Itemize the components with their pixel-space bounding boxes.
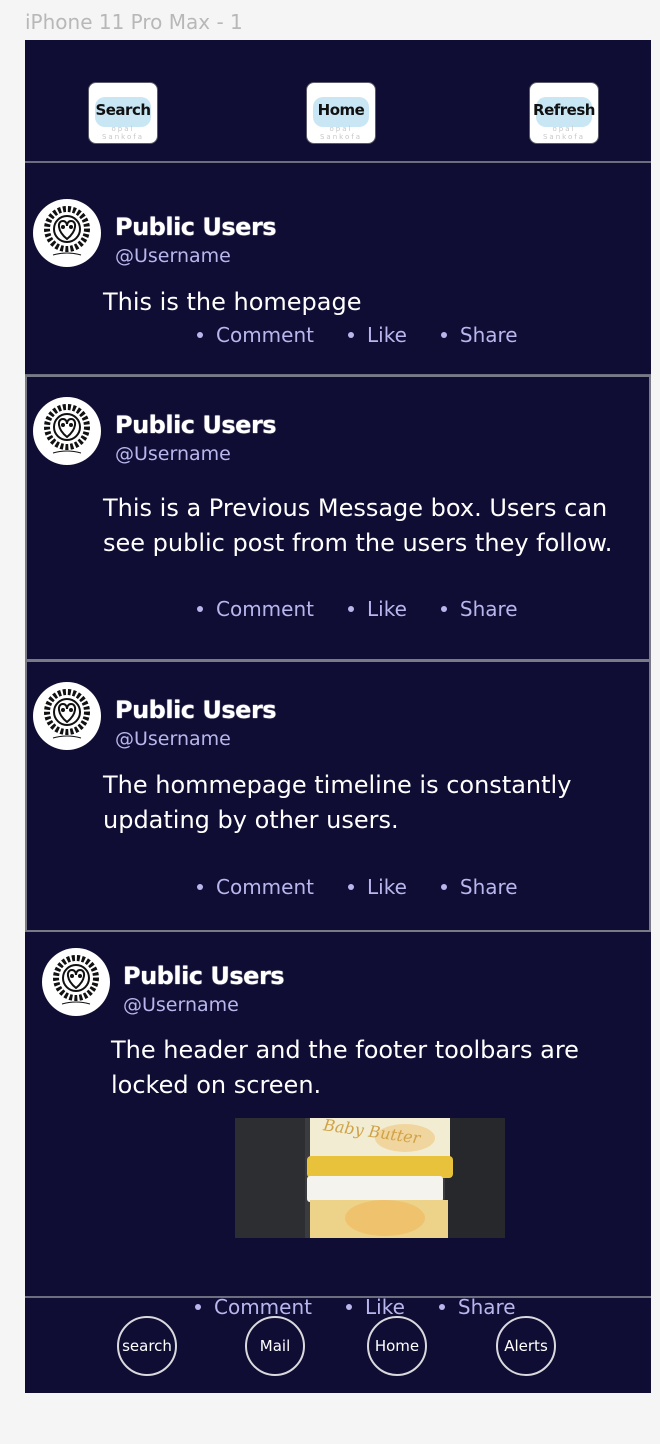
sankofa-logo-icon bbox=[44, 689, 90, 739]
bullet-icon bbox=[348, 606, 354, 612]
post-author-handle[interactable]: @Username bbox=[115, 728, 231, 750]
alerts-nav-label: Alerts bbox=[504, 1337, 548, 1355]
phone-screen: Search opal Sankofa Home opal Sankofa Re… bbox=[25, 40, 651, 1393]
post-card: Public Users @Username The header and th… bbox=[25, 932, 651, 1319]
post-author-name[interactable]: Public Users bbox=[123, 962, 285, 990]
like-label: Like bbox=[367, 323, 407, 347]
bullet-icon bbox=[197, 332, 203, 338]
post-actions: Comment Like Share bbox=[197, 597, 552, 621]
header-toolbar: Search opal Sankofa Home opal Sankofa Re… bbox=[25, 40, 651, 163]
like-button[interactable]: Like bbox=[348, 875, 407, 899]
comment-button[interactable]: Comment bbox=[197, 323, 314, 347]
post-author-handle[interactable]: @Username bbox=[123, 994, 239, 1016]
comment-label: Comment bbox=[216, 323, 314, 347]
comment-button[interactable]: Comment bbox=[197, 875, 314, 899]
share-button[interactable]: Share bbox=[440, 875, 518, 899]
avatar[interactable] bbox=[33, 397, 101, 465]
share-button[interactable]: Share bbox=[440, 597, 518, 621]
sankofa-logo-icon bbox=[53, 955, 99, 1005]
share-label: Share bbox=[459, 323, 518, 347]
post-text: The header and the footer toolbars are l… bbox=[111, 1036, 579, 1099]
home-button-watermark: opal Sankofa bbox=[319, 125, 362, 141]
bullet-icon bbox=[440, 884, 447, 890]
comment-label: Comment bbox=[216, 597, 314, 621]
search-button-watermark: opal Sankofa bbox=[101, 125, 144, 141]
bullet-icon bbox=[197, 884, 203, 890]
post-text: This is a Previous Message box. Users ca… bbox=[103, 494, 613, 557]
bullet-icon bbox=[197, 606, 203, 612]
bullet-icon bbox=[440, 332, 447, 338]
bullet-icon bbox=[440, 606, 447, 612]
mail-nav-label: Mail bbox=[259, 1337, 291, 1355]
post-author-name[interactable]: Public Users bbox=[115, 696, 277, 724]
post-card: Public Users @Username The hommepage tim… bbox=[25, 660, 651, 932]
search-button-label: Search bbox=[95, 101, 151, 119]
avatar[interactable] bbox=[42, 948, 110, 1016]
avatar[interactable] bbox=[33, 682, 101, 750]
post-image[interactable]: Baby Butter bbox=[235, 1118, 505, 1238]
comment-label: Comment bbox=[216, 875, 314, 899]
post-actions: Comment Like Share bbox=[197, 323, 552, 347]
refresh-button[interactable]: Refresh opal Sankofa bbox=[529, 82, 599, 144]
avatar[interactable] bbox=[33, 199, 101, 267]
post-actions: Comment Like Share bbox=[197, 875, 552, 899]
post-text: The hommepage timeline is constantly upd… bbox=[103, 771, 572, 834]
search-button[interactable]: Search opal Sankofa bbox=[88, 82, 158, 144]
bullet-icon bbox=[348, 332, 354, 338]
post-author-handle[interactable]: @Username bbox=[115, 245, 231, 267]
post-card: Public Users @Username This is the homep… bbox=[25, 163, 651, 376]
comment-button[interactable]: Comment bbox=[197, 597, 314, 621]
bullet-icon bbox=[348, 884, 354, 890]
refresh-button-watermark: opal Sankofa bbox=[542, 125, 585, 141]
search-nav-button[interactable]: search bbox=[117, 1316, 177, 1376]
search-nav-label: search bbox=[122, 1337, 172, 1355]
home-button[interactable]: Home opal Sankofa bbox=[306, 82, 376, 144]
like-button[interactable]: Like bbox=[348, 597, 407, 621]
footer-toolbar: search Mail Home Alerts bbox=[25, 1296, 651, 1395]
like-label: Like bbox=[367, 875, 407, 899]
post-author-name[interactable]: Public Users bbox=[115, 213, 277, 241]
share-button[interactable]: Share bbox=[440, 323, 518, 347]
post-author-name[interactable]: Public Users bbox=[115, 411, 277, 439]
share-label: Share bbox=[459, 875, 518, 899]
sankofa-logo-icon bbox=[44, 404, 90, 454]
home-nav-button[interactable]: Home bbox=[367, 1316, 427, 1376]
like-button[interactable]: Like bbox=[348, 323, 407, 347]
sankofa-logo-icon bbox=[44, 206, 90, 256]
home-nav-label: Home bbox=[374, 1337, 420, 1355]
post-card: Public Users @Username This is a Previou… bbox=[25, 375, 651, 661]
frame-label: iPhone 11 Pro Max - 1 bbox=[25, 10, 243, 34]
like-label: Like bbox=[367, 597, 407, 621]
post-author-handle[interactable]: @Username bbox=[115, 443, 231, 465]
alerts-nav-button[interactable]: Alerts bbox=[496, 1316, 556, 1376]
mail-nav-button[interactable]: Mail bbox=[245, 1316, 305, 1376]
share-label: Share bbox=[459, 597, 518, 621]
home-button-label: Home bbox=[317, 101, 365, 119]
post-text: This is the homepage bbox=[103, 288, 362, 316]
refresh-button-label: Refresh bbox=[533, 101, 595, 119]
